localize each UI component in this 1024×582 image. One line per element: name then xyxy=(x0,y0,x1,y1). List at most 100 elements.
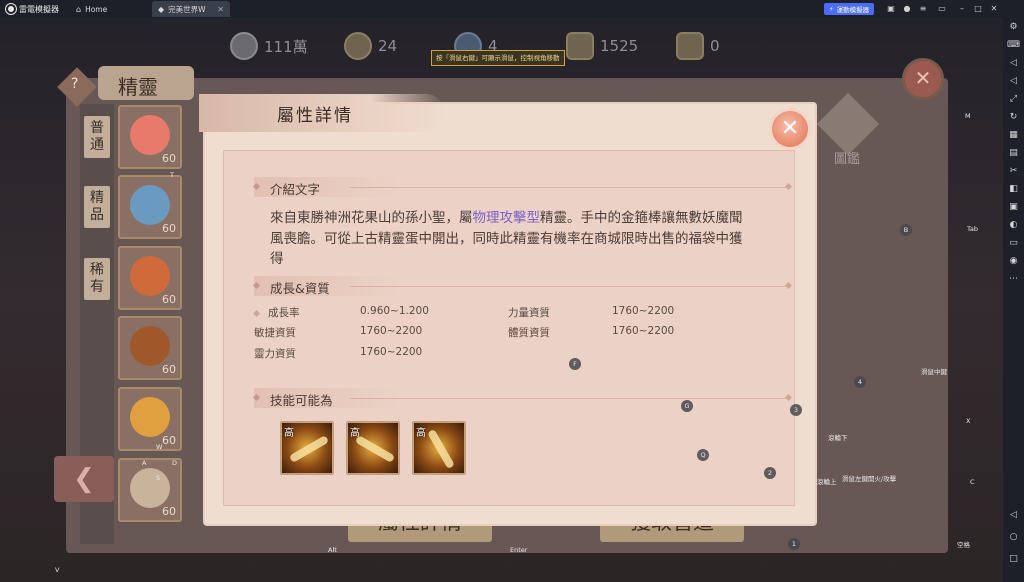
keymap-a[interactable]: A xyxy=(142,459,146,467)
keymap-x[interactable]: X xyxy=(966,417,970,425)
emulator-sidebar: ⚙ ⌨ ◁ ◁ ⤢ ↻ ▦ ▤ ✂ ◧ ▣ ◐ ▭ ◉ ⋯ ◁ ○ □ xyxy=(1003,18,1024,582)
keymap-w[interactable]: W xyxy=(156,443,162,451)
spirit-slot[interactable]: 60 xyxy=(118,175,182,239)
stat-agility-label: 敏捷資質 xyxy=(254,327,296,339)
keymap-wheel-down[interactable]: 滾輪下 xyxy=(828,432,848,442)
spirit-slot[interactable]: 60 xyxy=(118,458,182,522)
previous-arrow-button[interactable]: ❮ xyxy=(54,456,114,502)
back-icon[interactable]: ◁ xyxy=(1006,508,1021,523)
record-icon[interactable]: ▣ xyxy=(1006,200,1021,215)
category-rare[interactable]: 稀有 xyxy=(84,258,110,300)
spirit-portrait xyxy=(130,326,170,366)
section-growth-title: 成長&資質 xyxy=(270,281,330,296)
tab-home[interactable]: ⌂ Home xyxy=(70,1,150,17)
keymap-b[interactable]: B xyxy=(900,224,912,236)
keymap-1[interactable]: 1 xyxy=(788,538,800,550)
restore-window-icon[interactable]: ▭ xyxy=(935,2,949,16)
spirit-slot[interactable]: 60 xyxy=(118,387,182,451)
category-common[interactable]: 普通 xyxy=(84,116,110,158)
tab-game[interactable]: ◆ 完美世界W ✕ xyxy=(152,1,230,17)
spirit-portrait xyxy=(130,256,170,296)
bound-ingot-icon xyxy=(676,32,704,60)
macro-icon[interactable]: ▤ xyxy=(1006,146,1021,161)
section-intro-header: 介紹文字 xyxy=(252,177,793,197)
recent-apps-icon[interactable]: □ xyxy=(1006,552,1021,567)
keymap-space[interactable]: 空格 xyxy=(957,539,970,549)
panel-close-button[interactable]: ✕ xyxy=(902,58,944,100)
volume-up-icon[interactable]: ◁ xyxy=(1006,56,1021,71)
rotate-icon[interactable]: ↻ xyxy=(1006,110,1021,125)
accelerate-button[interactable]: ⚡ 運動模擬器 xyxy=(824,3,875,15)
spirit-level: 60 xyxy=(162,152,176,165)
android-home-icon[interactable]: ○ xyxy=(1006,530,1021,545)
fullscreen-icon[interactable]: ⤢ xyxy=(1006,92,1021,107)
keymap-4[interactable]: 4 xyxy=(854,376,866,388)
spirit-level: 60 xyxy=(162,293,176,306)
gamepad-icon[interactable]: ▣ xyxy=(884,2,898,16)
keymap-enter[interactable]: Enter xyxy=(510,546,527,554)
keymap-alt[interactable]: Alt xyxy=(328,546,337,554)
spirit-portrait xyxy=(130,397,170,437)
stat-strength-label: 力量資質 xyxy=(508,307,550,319)
spirit-portrait xyxy=(130,185,170,225)
spirit-slot[interactable]: 60 xyxy=(118,316,182,380)
keymap-t[interactable]: T xyxy=(170,171,174,179)
keymap-m[interactable]: M xyxy=(965,112,971,120)
intro-highlight: 物理攻擊型 xyxy=(472,210,541,226)
maximize-icon[interactable]: □ xyxy=(971,2,985,16)
resource-ingot: 1525 xyxy=(566,32,638,60)
user-icon[interactable]: ● xyxy=(900,2,914,16)
game-viewport[interactable]: 111萬 24 4 1525 0 ? 精靈 ✕ 普通 精品 稀有 60 60 6… xyxy=(0,18,1003,582)
keymap-wheel-middle[interactable]: 滑鼠中鍵 xyxy=(921,366,947,376)
modal-title: 屬性詳情 xyxy=(277,106,353,126)
resource-gold-value: 24 xyxy=(378,37,398,55)
spirit-level: 60 xyxy=(162,505,176,518)
keyboard-icon[interactable]: ⌨ xyxy=(1006,38,1021,53)
keymap-c[interactable]: C xyxy=(970,478,975,486)
volume-down-icon[interactable]: ◁ xyxy=(1006,74,1021,89)
scissors-icon[interactable]: ✂ xyxy=(1006,164,1021,179)
stat-constitution-value: 1760~2200 xyxy=(612,325,675,337)
keymap-tab[interactable]: Tab xyxy=(967,225,978,233)
multi-instance-icon[interactable]: ◧ xyxy=(1006,182,1021,197)
keymap-2[interactable]: 2 xyxy=(764,467,776,479)
modal-content: 介紹文字 來自東勝神洲花果山的孫小聖，屬物理攻擊型精靈。手中的金箍棒讓無數妖魔聞… xyxy=(223,150,795,506)
stat-growth-rate-label: 成長率 xyxy=(268,307,300,319)
keymap-d[interactable]: D xyxy=(172,459,177,467)
keymap-v[interactable]: V xyxy=(55,566,59,574)
spirit-level: 60 xyxy=(162,222,176,235)
skill-slot[interactable]: 高 xyxy=(280,421,334,475)
sync-icon[interactable]: ◐ xyxy=(1006,218,1021,233)
keymap-q[interactable]: Q xyxy=(697,449,709,461)
spirit-slot[interactable]: 60 xyxy=(118,246,182,310)
modal-close-button[interactable]: ✕ xyxy=(769,108,811,150)
keymap-g[interactable]: G xyxy=(681,400,693,412)
silver-coin-icon xyxy=(230,32,258,60)
keymap-wheel-up[interactable]: 滾輪上 xyxy=(817,476,837,486)
skill-slot[interactable]: 高 xyxy=(346,421,400,475)
screenshot-icon[interactable]: ▦ xyxy=(1006,128,1021,143)
tab-close-icon[interactable]: ✕ xyxy=(217,5,224,14)
location-icon[interactable]: ◉ xyxy=(1006,254,1021,269)
keymap-3[interactable]: 3 xyxy=(790,404,802,416)
folder-icon[interactable]: ▭ xyxy=(1006,236,1021,251)
diamond-icon xyxy=(784,182,793,191)
settings-icon[interactable]: ⚙ xyxy=(1006,20,1021,35)
minimize-icon[interactable]: – xyxy=(955,2,969,16)
keymap-left-click-fire[interactable]: 滑鼠左鍵開火/攻擊 xyxy=(842,473,896,483)
close-window-icon[interactable]: ✕ xyxy=(987,2,1001,16)
skill-slot[interactable]: 高 xyxy=(412,421,466,475)
stat-spirit-value: 1760~2200 xyxy=(360,346,423,358)
keymap-s[interactable]: S xyxy=(156,474,160,482)
keymap-f[interactable]: F xyxy=(569,358,581,370)
resource-bound-ingot-value: 0 xyxy=(710,37,720,55)
spirit-slot[interactable]: 60 xyxy=(118,105,182,169)
section-growth-header: 成長&資質 xyxy=(252,276,793,296)
resource-bound-ingot: 0 xyxy=(676,32,720,60)
menu-icon[interactable]: ≡ xyxy=(916,2,930,16)
more-icon[interactable]: ⋯ xyxy=(1006,272,1021,287)
category-quality[interactable]: 精品 xyxy=(84,186,110,228)
stat-strength-value: 1760~2200 xyxy=(612,305,675,317)
spirit-portrait xyxy=(130,115,170,155)
section-skills-title: 技能可能為 xyxy=(270,393,333,408)
